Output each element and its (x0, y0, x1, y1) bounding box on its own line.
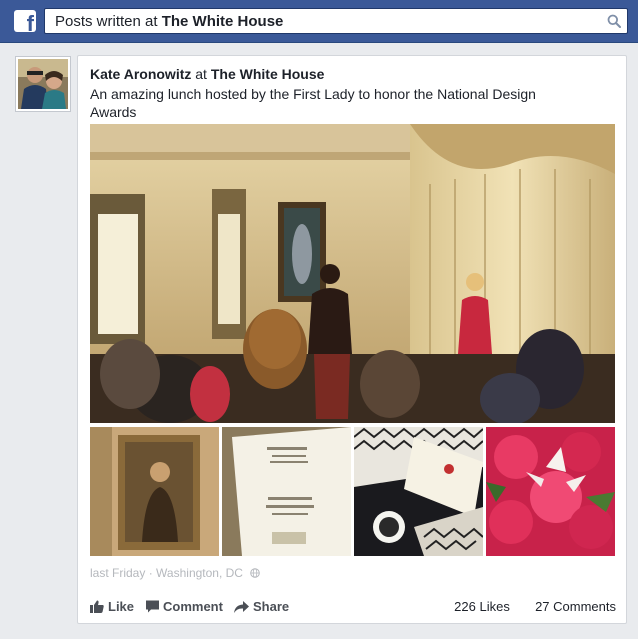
facebook-logo-icon[interactable]: f (14, 10, 36, 32)
search-input[interactable]: Posts written at The White House (44, 8, 628, 34)
comments-count[interactable]: 27 Comments (535, 599, 616, 614)
comment-button[interactable]: Comment (146, 599, 223, 614)
globe-icon (250, 568, 261, 578)
meta-separator: · (148, 566, 153, 580)
post-card: Kate Aronowitz at The White House An ama… (77, 55, 627, 624)
action-bar: Like Comment Share 226 Likes 27 Comments (90, 599, 616, 617)
at-label: at (195, 66, 207, 82)
engagement-counts: 226 Likes 27 Comments (454, 599, 616, 614)
event-photo[interactable] (90, 124, 615, 423)
comment-icon (146, 600, 159, 613)
search-query: Posts written at The White House (55, 13, 283, 30)
share-button[interactable]: Share (234, 599, 289, 614)
search-place: The White House (161, 13, 284, 30)
likes-count[interactable]: 226 Likes (454, 599, 510, 614)
like-label: Like (108, 599, 135, 614)
logo-letter: f (26, 11, 34, 33)
avatar[interactable] (15, 56, 71, 112)
post-location[interactable]: Washington, DC (156, 566, 243, 580)
share-arrow-icon (234, 600, 249, 613)
post-meta: last Friday · Washington, DC (90, 566, 261, 580)
search-prefix: Posts written at (55, 13, 158, 30)
comment-label: Comment (163, 599, 223, 614)
top-bar: f Posts written at The White House (0, 0, 638, 43)
share-label: Share (253, 599, 290, 614)
post-text: An amazing lunch hosted by the First Lad… (90, 86, 536, 120)
search-icon[interactable] (607, 14, 621, 28)
flowers-photo[interactable] (486, 427, 615, 556)
place-card-photo[interactable] (354, 427, 483, 556)
program-card-photo[interactable] (222, 427, 351, 556)
thumbs-up-icon (90, 600, 104, 613)
author-name[interactable]: Kate Aronowitz (90, 66, 191, 82)
place-name[interactable]: The White House (211, 66, 325, 82)
post-time[interactable]: last Friday (90, 566, 145, 580)
portrait-painting-photo[interactable] (90, 427, 219, 556)
post-header: Kate Aronowitz at The White House (90, 66, 324, 82)
like-button[interactable]: Like (90, 599, 134, 614)
